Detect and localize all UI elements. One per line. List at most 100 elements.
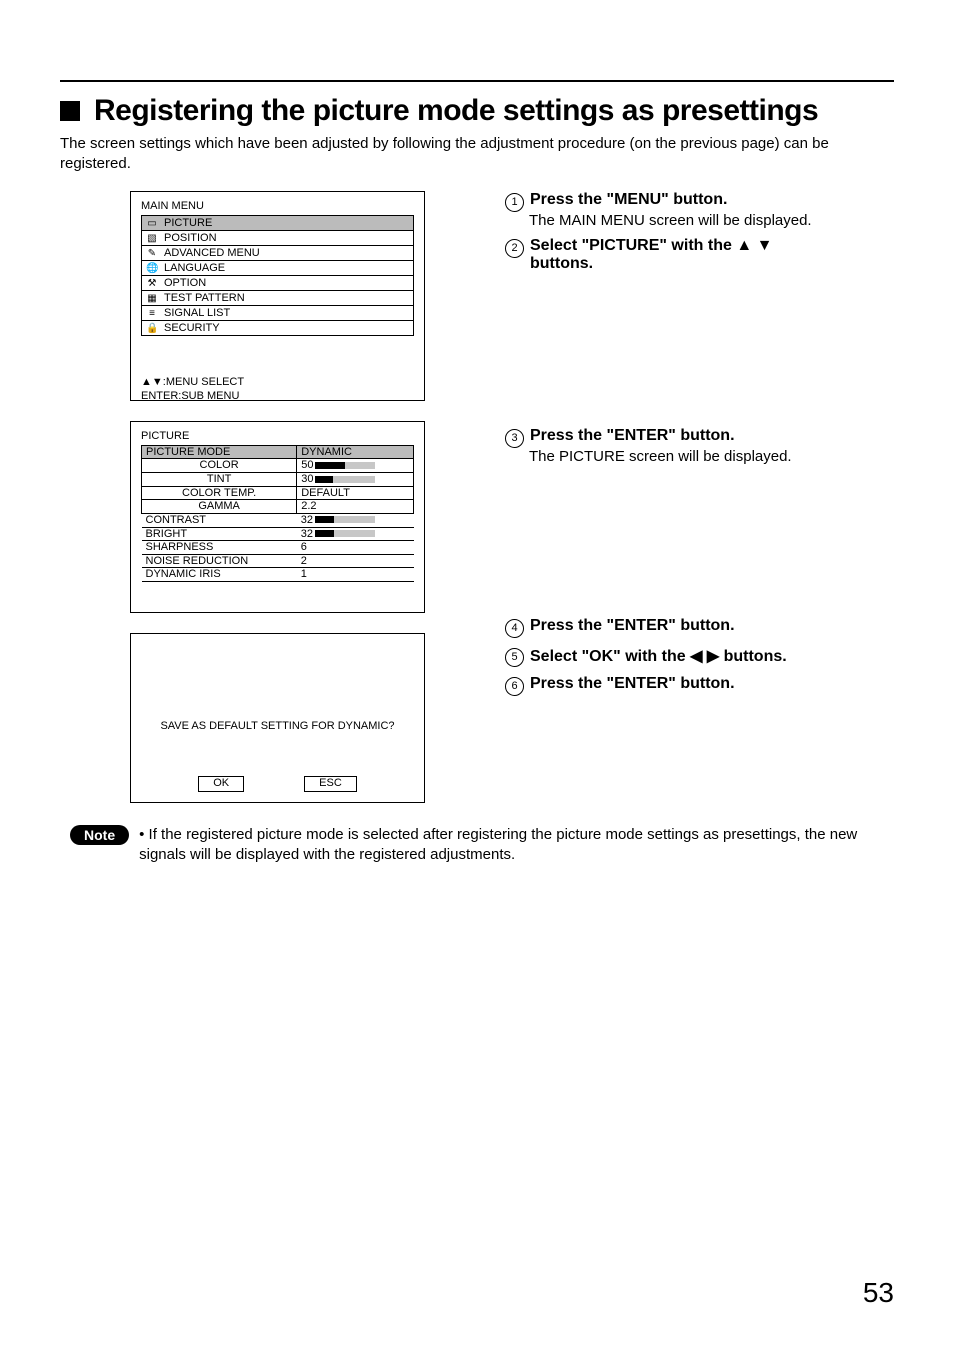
step-number-icon: 4	[505, 619, 524, 638]
footer-line-1: ▲▼:MENU SELECT	[141, 376, 414, 389]
step-2: 2 Select "PICTURE" with the ▲ ▼ buttons.	[505, 237, 894, 273]
step-6: 6 Press the "ENTER" button.	[505, 675, 894, 696]
menu-item-signal-list: ≡ SIGNAL LIST	[142, 306, 414, 321]
picture-title: PICTURE	[141, 430, 414, 443]
label: COLOR TEMP.	[142, 486, 297, 500]
value: 1	[297, 568, 414, 582]
label: CONTRAST	[142, 513, 297, 527]
language-icon: 🌐	[146, 263, 158, 274]
row-dynamic-iris: DYNAMIC IRIS 1	[142, 568, 414, 582]
step-number-icon: 6	[505, 677, 524, 696]
step-text: Press the "ENTER" button.	[530, 675, 735, 693]
step-1: 1 Press the "MENU" button. The MAIN MENU…	[505, 191, 894, 229]
main-menu-footer: ▲▼:MENU SELECT ENTER:SUB MENU	[141, 376, 414, 402]
menu-label: LANGUAGE	[164, 262, 225, 274]
value: 32	[301, 514, 313, 526]
step-number-icon: 5	[505, 648, 524, 667]
bar-icon	[315, 516, 375, 523]
test-pattern-icon: ▦	[146, 293, 158, 304]
step-4: 4 Press the "ENTER" button.	[505, 617, 894, 638]
menu-label: TEST PATTERN	[164, 292, 245, 304]
advanced-icon: ✎	[146, 248, 158, 259]
menu-item-position: ▧ POSITION	[142, 230, 414, 245]
row-tint: TINT 30	[142, 472, 414, 486]
menu-item-test-pattern: ▦ TEST PATTERN	[142, 291, 414, 306]
footer-line-2: ENTER:SUB MENU	[141, 390, 414, 403]
row-bright: BRIGHT 32	[142, 527, 414, 541]
menu-label: POSITION	[164, 232, 217, 244]
value: 2	[297, 554, 414, 568]
menu-item-picture: ▭ PICTURE	[142, 215, 414, 230]
note-block: Note • If the registered picture mode is…	[60, 825, 894, 866]
row-gamma: GAMMA 2.2	[142, 500, 414, 514]
step-text: Press the "ENTER" button.	[530, 427, 735, 445]
row-contrast: CONTRAST 32	[142, 513, 414, 527]
step-text: Press the "ENTER" button.	[530, 617, 735, 635]
bar-icon	[315, 476, 375, 483]
picture-osd: PICTURE PICTURE MODE DYNAMIC COLOR 50 TI…	[130, 421, 425, 614]
rule-top	[60, 80, 894, 82]
menu-item-option: ⚒ OPTION	[142, 276, 414, 291]
row-color: COLOR 50	[142, 459, 414, 473]
step-text: Select "OK" with the ◀ ▶ buttons.	[530, 646, 787, 666]
menu-label: PICTURE	[164, 217, 212, 229]
value: 30	[301, 473, 313, 485]
step-subtext: The MAIN MENU screen will be displayed.	[529, 212, 894, 229]
confirm-dialog-osd: SAVE AS DEFAULT SETTING FOR DYNAMIC? OK …	[130, 633, 425, 803]
menu-item-advanced: ✎ ADVANCED MENU	[142, 245, 414, 260]
left-right-arrow-icon: ◀ ▶	[690, 648, 719, 665]
menu-label: SIGNAL LIST	[164, 307, 230, 319]
value: 32	[301, 528, 313, 540]
note-label: Note	[70, 825, 129, 845]
section-heading: Registering the picture mode settings as…	[60, 94, 894, 128]
picture-mode-row: PICTURE MODE DYNAMIC	[142, 445, 414, 459]
main-menu-title: MAIN MENU	[141, 200, 414, 213]
step-text: Select "PICTURE" with the ▲ ▼ buttons.	[530, 237, 772, 273]
heading-text: Registering the picture mode settings as…	[94, 94, 818, 128]
row-color-temp: COLOR TEMP. DEFAULT	[142, 486, 414, 500]
label: COLOR	[142, 459, 297, 473]
security-icon: 🔒	[146, 323, 158, 334]
picture-icon: ▭	[146, 218, 158, 229]
menu-label: ADVANCED MENU	[164, 247, 260, 259]
label: SHARPNESS	[142, 541, 297, 555]
signal-list-icon: ≡	[146, 308, 158, 319]
ok-button[interactable]: OK	[198, 776, 244, 792]
bar-icon	[315, 462, 375, 469]
label: BRIGHT	[142, 527, 297, 541]
menu-item-security: 🔒 SECURITY	[142, 321, 414, 336]
up-down-arrow-icon: ▲ ▼	[736, 237, 772, 254]
value: 6	[297, 541, 414, 555]
value: 50	[301, 459, 313, 471]
label: GAMMA	[142, 500, 297, 514]
step-number-icon: 1	[505, 193, 524, 212]
step-3: 3 Press the "ENTER" button. The PICTURE …	[505, 427, 894, 465]
row-sharpness: SHARPNESS 6	[142, 541, 414, 555]
main-menu-list: ▭ PICTURE ▧ POSITION ✎ ADVANCED MENU 🌐 LANGU…	[141, 215, 414, 337]
page-number: 53	[863, 1277, 894, 1309]
step-number-icon: 2	[505, 239, 524, 258]
square-bullet-icon	[60, 101, 80, 121]
intro-paragraph: The screen settings which have been adju…	[60, 134, 894, 175]
note-text: • If the registered picture mode is sele…	[139, 825, 894, 866]
value: DEFAULT	[297, 486, 414, 500]
value: 2.2	[297, 500, 414, 514]
esc-button[interactable]: ESC	[304, 776, 357, 792]
menu-label: SECURITY	[164, 322, 220, 334]
label: TINT	[142, 472, 297, 486]
step-subtext: The PICTURE screen will be displayed.	[529, 448, 894, 465]
dialog-message: SAVE AS DEFAULT SETTING FOR DYNAMIC?	[131, 720, 424, 732]
position-icon: ▧	[146, 233, 158, 244]
menu-item-language: 🌐 LANGUAGE	[142, 260, 414, 275]
step-5: 5 Select "OK" with the ◀ ▶ buttons.	[505, 646, 894, 667]
label: NOISE REDUCTION	[142, 554, 297, 568]
option-icon: ⚒	[146, 278, 158, 289]
picture-mode-label: PICTURE MODE	[142, 445, 297, 459]
menu-label: OPTION	[164, 277, 206, 289]
picture-mode-value: DYNAMIC	[297, 445, 414, 459]
main-menu-osd: MAIN MENU ▭ PICTURE ▧ POSITION ✎ ADVANCED M…	[130, 191, 425, 401]
label: DYNAMIC IRIS	[142, 568, 297, 582]
step-text: Press the "MENU" button.	[530, 191, 727, 209]
bar-icon	[315, 530, 375, 537]
step-number-icon: 3	[505, 429, 524, 448]
